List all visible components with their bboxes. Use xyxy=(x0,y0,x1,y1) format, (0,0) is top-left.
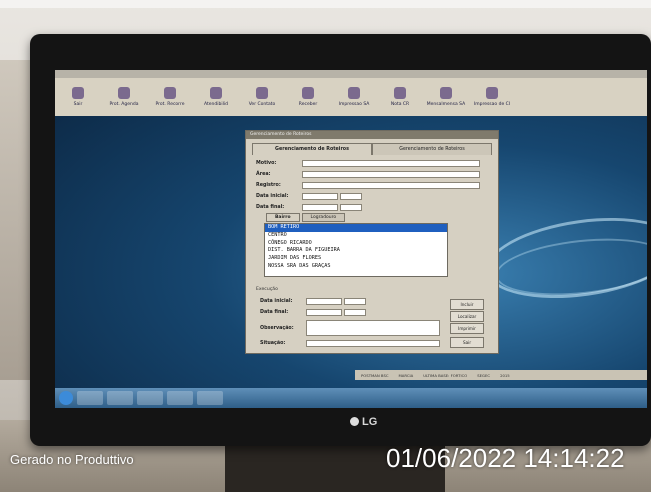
toolbar-button[interactable]: Ver Contato xyxy=(239,79,285,115)
taskbar-app-icon[interactable] xyxy=(137,391,163,405)
data-final-label: Data final: xyxy=(256,205,285,210)
window-title: Gerenciamento de Roteiros xyxy=(246,131,498,139)
toolbar-button[interactable]: Prot. Recorre xyxy=(147,79,193,115)
toolbar-button[interactable]: Sair xyxy=(55,79,101,115)
subtabs: Bairro Logradouro xyxy=(266,213,346,222)
list-item[interactable]: BOM RETIRO xyxy=(265,224,447,232)
hora-final-field[interactable] xyxy=(340,204,362,211)
list-item[interactable]: CENTRO xyxy=(265,232,447,240)
tab-gerenciamento-2[interactable]: Gerenciamento de Roteiros xyxy=(372,143,492,155)
toolbar-icon xyxy=(118,87,130,99)
tab-bairro[interactable]: Bairro xyxy=(266,213,300,222)
filter-form: Motivo: Área: Registro: Data inicial: Da… xyxy=(256,159,488,214)
app-menu-bar[interactable] xyxy=(55,70,647,78)
toolbar-icon xyxy=(348,87,360,99)
motivo-label: Motivo: xyxy=(256,161,277,166)
sair-button[interactable]: Sair xyxy=(450,337,484,348)
watermark-timestamp: 01/06/2022 14:14:22 xyxy=(386,443,625,473)
tab-logradouro[interactable]: Logradouro xyxy=(301,213,346,222)
roteiros-window: Gerenciamento de Roteiros Gerenciamento … xyxy=(245,130,499,354)
toolbar-button[interactable]: Receber xyxy=(285,79,331,115)
exec-hora-inicial-field[interactable] xyxy=(344,298,366,305)
toolbar-icon xyxy=(72,87,84,99)
situacao-select[interactable] xyxy=(306,340,440,347)
status-item: POSTMAN BSC xyxy=(361,372,389,378)
hora-inicial-field[interactable] xyxy=(340,193,362,200)
toolbar-icon xyxy=(302,87,314,99)
monitor-screen: Sair Prot. Agenda Prot. Recorre Atendibi… xyxy=(55,70,647,408)
registro-label: Registro: xyxy=(256,183,281,188)
data-inicial-label: Data inicial: xyxy=(256,194,289,199)
toolbar-icon xyxy=(394,87,406,99)
exec-data-inicial-field[interactable] xyxy=(306,298,342,305)
incluir-button[interactable]: Incluir xyxy=(450,299,484,310)
status-item: 2015 xyxy=(500,372,510,378)
exec-data-final-field[interactable] xyxy=(306,309,342,316)
monitor-brand-logo: LG xyxy=(350,416,377,428)
exec-data-final-label: Data final: xyxy=(260,310,289,315)
taskbar-app-icon[interactable] xyxy=(167,391,193,405)
toolbar-button[interactable]: Atendibilid xyxy=(193,79,239,115)
start-button-icon[interactable] xyxy=(59,391,73,405)
status-item: SEGEC xyxy=(477,372,491,378)
toolbar-icon xyxy=(440,87,452,99)
toolbar-button[interactable]: Impressao de CI xyxy=(469,79,515,115)
taskbar-app-icon[interactable] xyxy=(107,391,133,405)
photo-scene: LG Sair Prot. Agenda Prot. Recorre Atend… xyxy=(0,0,651,492)
area-select[interactable] xyxy=(302,171,480,178)
toolbar-icon xyxy=(164,87,176,99)
windows-taskbar xyxy=(55,388,647,408)
localizar-button[interactable]: Localizar xyxy=(450,311,484,322)
app-toolbar: Sair Prot. Agenda Prot. Recorre Atendibi… xyxy=(55,78,647,116)
toolbar-icon xyxy=(210,87,222,99)
registro-select[interactable] xyxy=(302,182,480,189)
lg-logo-icon xyxy=(350,417,359,426)
window-tabs: Gerenciamento de Roteiros Gerenciamento … xyxy=(252,143,492,155)
data-inicial-field[interactable] xyxy=(302,193,338,200)
observacao-label: Observação: xyxy=(260,325,294,331)
toolbar-icon xyxy=(256,87,268,99)
toolbar-button[interactable]: Nota CR xyxy=(377,79,423,115)
status-item: ULTIMA BASE: FORTICO xyxy=(423,372,468,378)
list-item[interactable]: JARDIM DAS FLORES xyxy=(265,255,447,263)
taskbar-app-icon[interactable] xyxy=(197,391,223,405)
motivo-field[interactable] xyxy=(302,160,480,167)
toolbar-button[interactable]: Prot. Agenda xyxy=(101,79,147,115)
imprimir-button[interactable]: Imprimir xyxy=(450,323,484,334)
list-item[interactable]: NOSSA SRA DAS GRAÇAS xyxy=(265,263,447,271)
data-final-field[interactable] xyxy=(302,204,338,211)
wall-strip xyxy=(0,0,651,8)
area-label: Área: xyxy=(256,172,271,177)
bairro-list[interactable]: BOM RETIRO CENTRO CÔNEGO RICARDO DIST. B… xyxy=(264,223,448,277)
taskbar-app-icon[interactable] xyxy=(77,391,103,405)
exec-hora-final-field[interactable] xyxy=(344,309,366,316)
toolbar-icon xyxy=(486,87,498,99)
tab-gerenciamento[interactable]: Gerenciamento de Roteiros xyxy=(252,143,372,155)
situacao-label: Situação: xyxy=(260,341,286,346)
toolbar-button[interactable]: Mensalmensa SA xyxy=(423,79,469,115)
observacao-field[interactable] xyxy=(306,320,440,336)
list-item[interactable]: DIST. BARRA DA FIGUEIRA xyxy=(265,247,447,255)
execucao-section-label: Execução xyxy=(256,287,278,292)
toolbar-button[interactable]: Impressao SA xyxy=(331,79,377,115)
exec-data-inicial-label: Data inicial: xyxy=(260,299,293,304)
watermark-source: Gerado no Produttivo xyxy=(10,452,134,467)
app-statusbar: POSTMAN BSC MARCIA ULTIMA BASE: FORTICO … xyxy=(355,370,647,380)
execucao-form: Data inicial: Data final: Observação: Si… xyxy=(260,297,440,350)
status-item: MARCIA xyxy=(398,372,414,378)
list-item[interactable]: CÔNEGO RICARDO xyxy=(265,240,447,248)
